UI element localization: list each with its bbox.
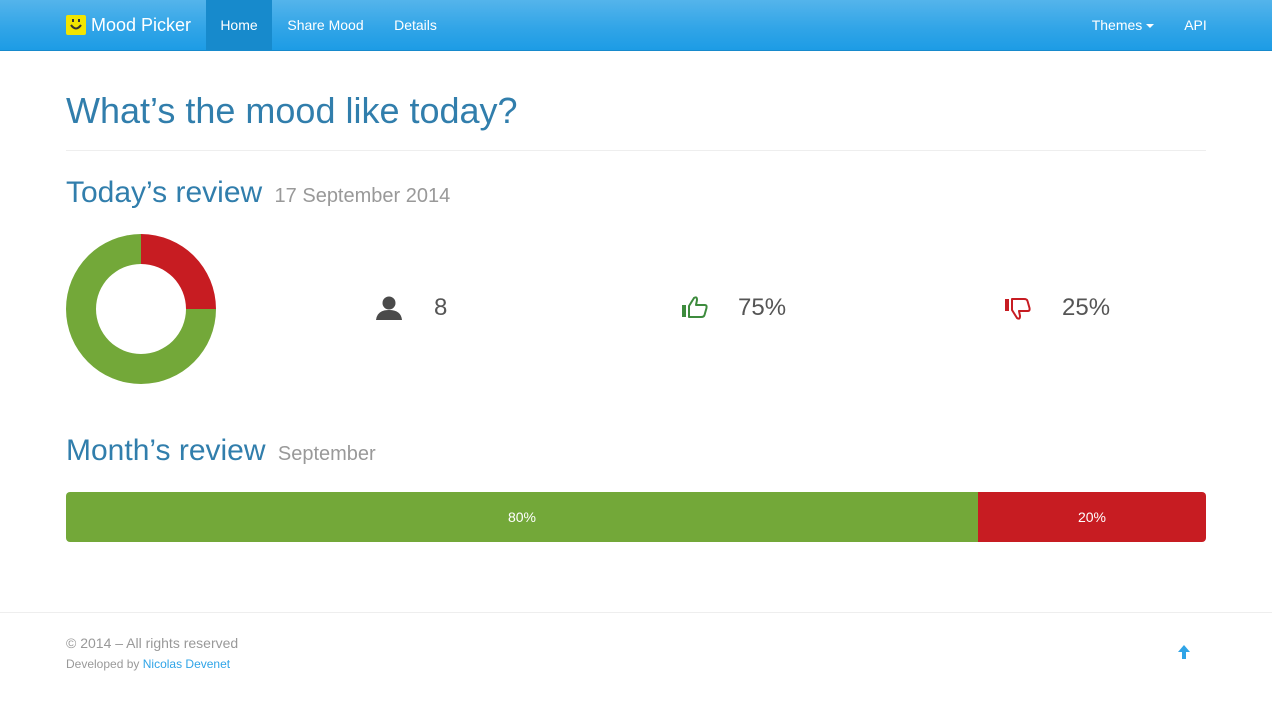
positive-percent: 75% bbox=[738, 294, 787, 321]
copyright-text: © 2014 – All rights reserved bbox=[66, 635, 239, 651]
today-review-title: Today’s review bbox=[66, 176, 263, 209]
participants-count: 8 bbox=[434, 294, 448, 321]
themes-label: Themes bbox=[1091, 17, 1143, 33]
donut-slice-negative bbox=[141, 234, 216, 309]
negative-bar: 20% bbox=[978, 492, 1206, 542]
author-link[interactable]: Nicolas Devenet bbox=[143, 657, 230, 671]
negative-percent: 25% bbox=[1062, 294, 1111, 321]
nav-api[interactable]: API bbox=[1170, 0, 1221, 50]
positive-bar: 80% bbox=[66, 492, 978, 542]
nav-home[interactable]: Home bbox=[206, 0, 272, 50]
nav-share-mood[interactable]: Share Mood bbox=[272, 0, 379, 50]
month-review-subtitle: September bbox=[277, 443, 376, 465]
footer-divider bbox=[0, 612, 1272, 613]
today-review-date: 17 September 2014 bbox=[274, 185, 451, 207]
brand-link[interactable]: Mood Picker bbox=[66, 0, 191, 50]
thumbs-up-icon bbox=[682, 296, 708, 318]
brand-name: Mood Picker bbox=[91, 14, 192, 35]
page-title: What’s the mood like today? bbox=[66, 90, 518, 131]
today-review-heading: Today’s review 17 September 2014 bbox=[66, 176, 450, 210]
negative-stat: 25% bbox=[1004, 288, 1110, 328]
caret-down-icon bbox=[1146, 24, 1155, 29]
nav-details[interactable]: Details bbox=[379, 0, 452, 50]
title-divider bbox=[66, 150, 1206, 151]
user-icon bbox=[376, 296, 402, 320]
developed-by-label: Developed by bbox=[66, 657, 140, 671]
month-review-title: Month’s review bbox=[66, 434, 266, 467]
smiley-icon bbox=[66, 15, 86, 35]
scrollbar[interactable] bbox=[1272, 0, 1288, 707]
developed-by: Developed by Nicolas Devenet bbox=[66, 657, 230, 671]
mood-donut-chart bbox=[66, 234, 216, 384]
nav-themes-dropdown[interactable]: Themes bbox=[1076, 0, 1170, 50]
month-review-heading: Month’s review September bbox=[66, 434, 376, 468]
month-progress-bar: 80% 20% bbox=[66, 492, 1206, 542]
participants-stat: 8 bbox=[375, 288, 447, 328]
positive-stat: 75% bbox=[681, 288, 786, 328]
navbar: Mood Picker Home Share Mood Details Them… bbox=[0, 0, 1272, 51]
arrow-up-icon[interactable] bbox=[1177, 644, 1191, 660]
thumbs-down-icon bbox=[1005, 298, 1031, 320]
